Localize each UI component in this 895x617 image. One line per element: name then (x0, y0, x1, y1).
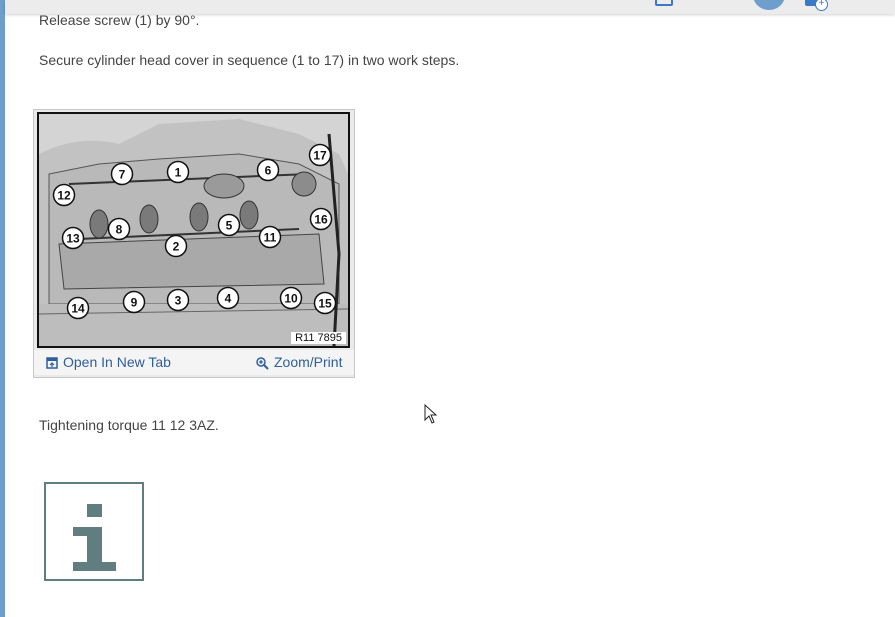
callout-number: 2 (173, 240, 180, 254)
add-plus-icon: + (815, 0, 828, 11)
engine-diagram-image[interactable]: 1 2 3 4 5 6 7 8 9 10 11 12 13 14 15 16 17 R11 7895 (37, 112, 350, 348)
zoom-print-link[interactable]: Zoom/Print (256, 354, 342, 370)
callout-number: 15 (318, 297, 332, 311)
callout-number: 1 (175, 166, 182, 180)
figure-actions: Open In New Tab Zoom/Print (34, 350, 354, 375)
callout-number: 17 (313, 149, 327, 163)
instruction-torque: Tightening torque 11 12 3AZ. (39, 417, 219, 433)
top-toolbar: + (5, 0, 895, 14)
callout-number: 4 (225, 292, 232, 306)
callout-number: 3 (175, 294, 182, 308)
callout-number: 10 (284, 292, 298, 306)
callout-number: 14 (71, 302, 85, 316)
instruction-release: Release screw (1) by 90°. (39, 12, 200, 28)
info-icon (44, 482, 144, 581)
callout-number: 16 (314, 213, 328, 227)
window-left-edge (0, 0, 5, 617)
callout-number: 9 (131, 296, 138, 310)
callout-number: 7 (119, 168, 126, 182)
zoom-icon (256, 357, 269, 370)
open-in-new-tab-icon (46, 357, 58, 370)
open-in-new-tab-label: Open In New Tab (63, 354, 171, 370)
callout-number: 5 (226, 219, 233, 233)
zoom-print-label: Zoom/Print (274, 354, 343, 370)
callout-number: 13 (66, 232, 80, 246)
instruction-secure-sequence: Secure cylinder head cover in sequence (… (39, 52, 460, 68)
avatar[interactable] (753, 0, 785, 10)
callout-number: 11 (264, 231, 277, 245)
callout-number: 12 (57, 189, 71, 203)
figure-reference: R11 7895 (291, 332, 346, 344)
open-in-new-tab-link[interactable]: Open In New Tab (46, 354, 171, 370)
callout-number: 8 (116, 223, 123, 237)
message-icon[interactable] (655, 0, 673, 6)
mouse-cursor-icon (424, 404, 438, 424)
callout-number: 6 (265, 164, 272, 178)
figure-card: 1 2 3 4 5 6 7 8 9 10 11 12 13 14 15 16 17 R11 7895 Open … (33, 109, 355, 378)
engine-diagram: 123 456789 1011121314 151617 (39, 114, 348, 346)
